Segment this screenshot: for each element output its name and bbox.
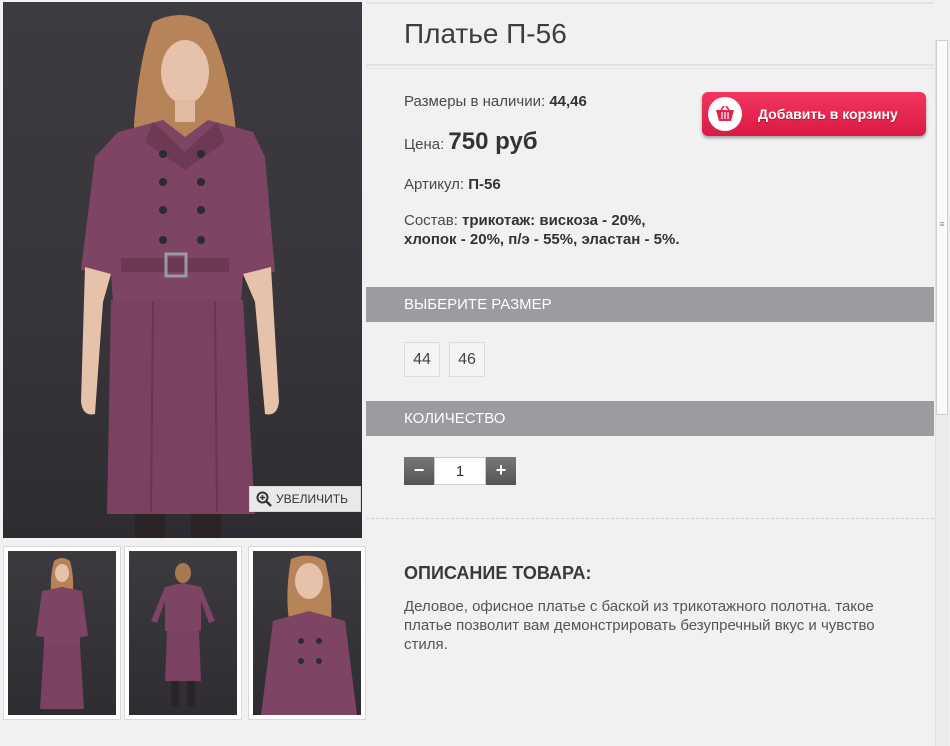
thumbnail-image [261,555,357,715]
thumbnail-image [36,558,88,709]
add-to-cart-button[interactable]: Добавить в корзину [702,92,926,136]
size-section-header: ВЫБЕРИТЕ РАЗМЕР [366,287,934,322]
title-divider [366,64,934,69]
quantity-increase-button[interactable]: + [486,457,516,485]
add-to-cart-label: Добавить в корзину [758,106,898,122]
dress-illustration [81,14,279,538]
thumbnail-front[interactable] [3,546,121,720]
size-option-44[interactable]: 44 [404,342,440,377]
sku: Артикул: П-56 [404,176,501,193]
zoom-button[interactable]: УВЕЛИЧИТЬ [249,486,361,512]
dashed-divider [366,518,934,519]
available-sizes: Размеры в наличии: 44,46 [404,93,587,110]
price: Цена: 750 руб [404,128,538,155]
product-main-photo[interactable] [3,2,362,538]
composition: Состав: трикотаж: вискоза - 20%, хлопок … [404,212,680,248]
thumbnail-back[interactable] [124,546,242,720]
zoom-label: УВЕЛИЧИТЬ [276,492,348,506]
thumbnail-image [151,563,215,707]
quantity-section-header: КОЛИЧЕСТВО [366,401,934,436]
description-title: ОПИСАНИЕ ТОВАРА: [404,563,592,583]
quantity-decrease-button[interactable]: − [404,457,434,485]
size-option-46[interactable]: 46 [449,342,485,377]
magnifier-plus-icon [256,491,272,507]
quantity-input[interactable] [434,457,486,485]
description-text: Деловое, офисное платье с баской из трик… [404,598,875,653]
top-divider [366,2,934,4]
thumbnail-closeup[interactable] [248,546,366,720]
basket-icon [708,97,742,131]
sku-value: П-56 [468,176,501,193]
price-value: 750 руб [448,128,538,155]
scrollbar-grip-icon: ≡ [939,219,945,229]
available-sizes-value: 44,46 [549,93,587,110]
product-title: Платье П-56 [404,18,567,49]
